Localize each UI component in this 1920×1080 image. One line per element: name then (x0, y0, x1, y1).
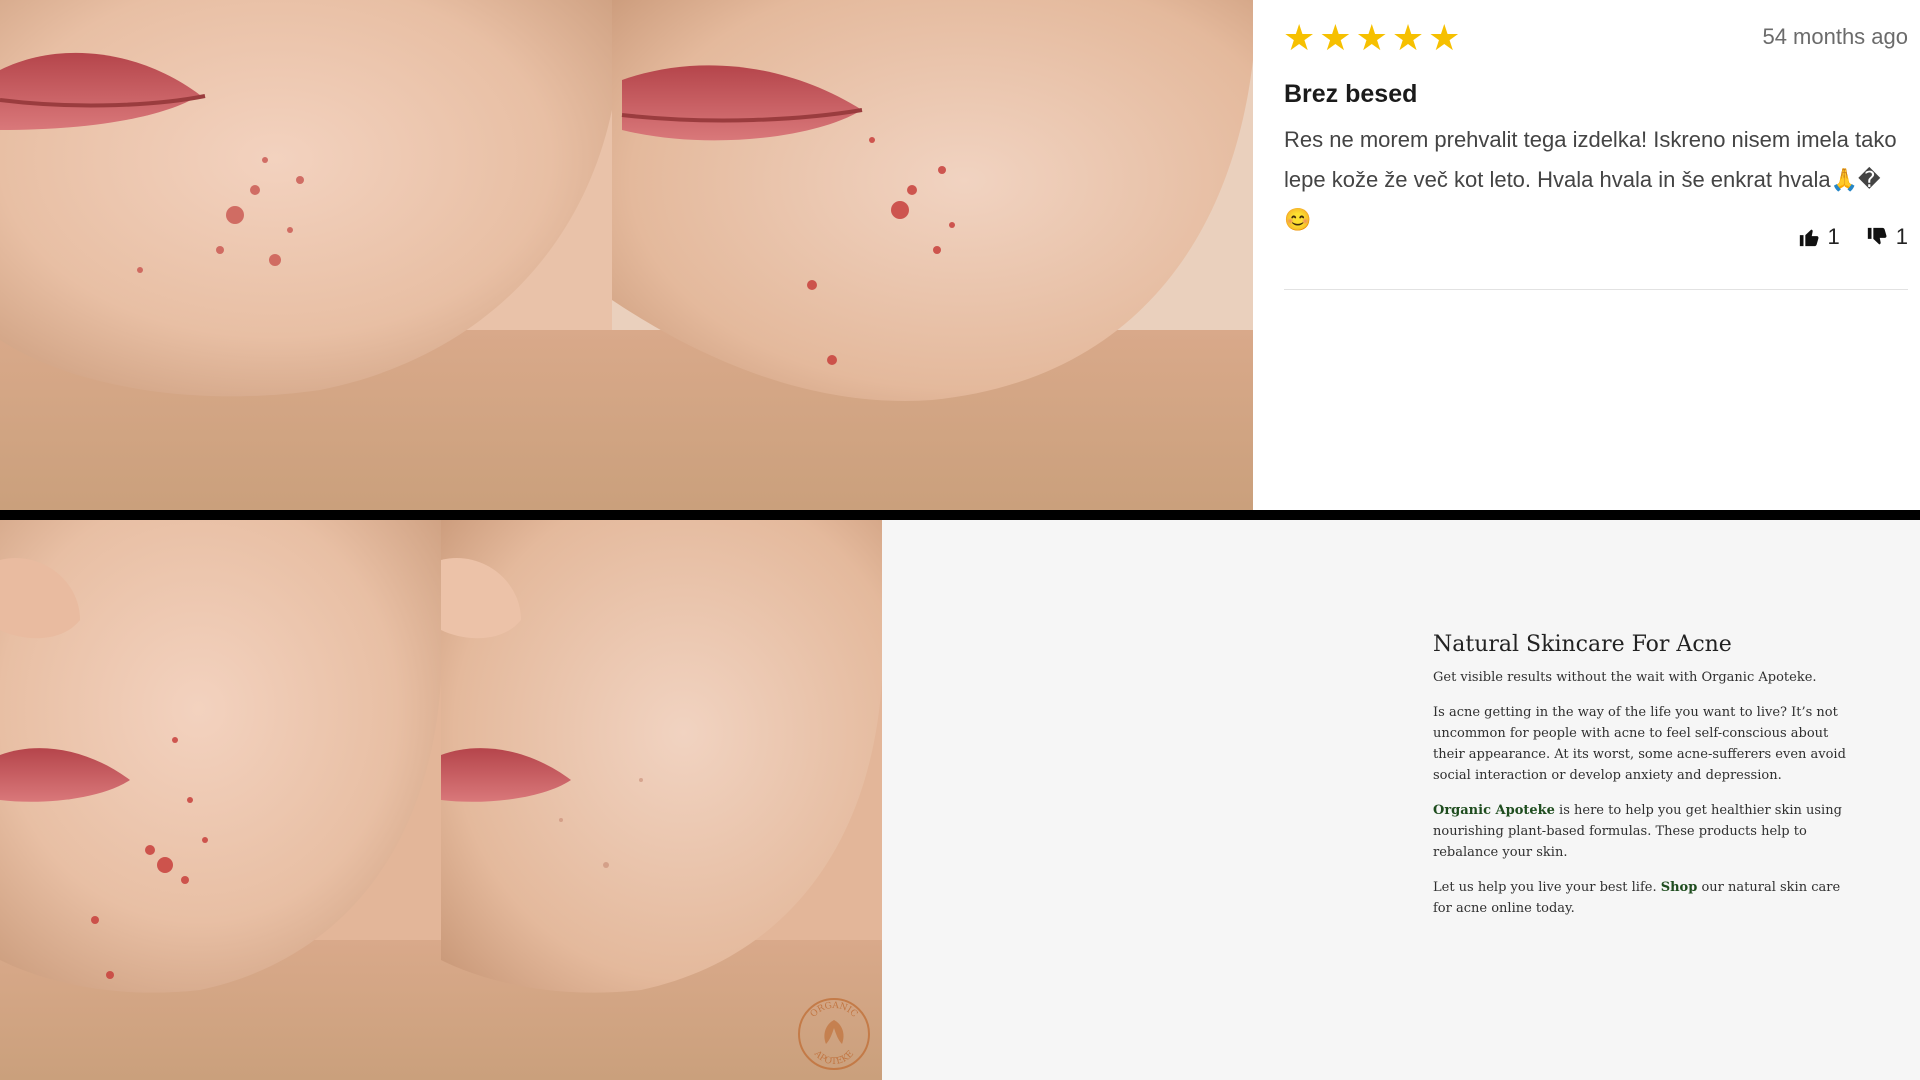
review-votes: 1 1 (1798, 224, 1908, 250)
thumbs-up-icon (1799, 229, 1818, 247)
article-paragraph: Organic Apoteke is here to help you get … (1433, 800, 1863, 863)
thumbs-down-icon (1867, 227, 1887, 245)
separator-band (0, 510, 1920, 520)
article-content: Natural Skincare For Acne Get visible re… (1433, 632, 1863, 933)
shop-link[interactable]: Shop (1661, 880, 1698, 895)
divider (1284, 289, 1908, 290)
paragraph-text: Let us help you live your best life. (1433, 880, 1661, 895)
brand-link[interactable]: Organic Apoteke (1433, 803, 1555, 818)
upvote-button[interactable]: 1 (1798, 224, 1840, 250)
review-card: ★ ★ ★ ★ ★ 54 months ago Brez besed Res n… (1253, 0, 1920, 510)
article-intro: Get visible results without the wait wit… (1433, 670, 1817, 685)
downvote-button[interactable]: 1 (1866, 224, 1908, 250)
downvote-count: 1 (1895, 224, 1908, 249)
star-icon: ★ (1428, 17, 1461, 58)
after-photo-top (612, 0, 1253, 510)
star-icon: ★ (1283, 17, 1316, 58)
after-photo-bottom: ORGANIC APOTEKE (441, 520, 882, 1080)
star-icon: ★ (1319, 17, 1352, 58)
before-photo-bottom (0, 520, 441, 1080)
star-icon: ★ (1391, 17, 1425, 58)
article-paragraph: Is acne getting in the way of the life y… (1433, 705, 1846, 783)
article-paragraph: Let us help you live your best life. Sho… (1433, 877, 1863, 919)
brand-watermark-logo: ORGANIC APOTEKE (796, 996, 872, 1072)
review-title: Brez besed (1284, 80, 1418, 108)
article-title: Natural Skincare For Acne (1433, 632, 1732, 657)
review-body: Res ne morem prehvalit tega izdelka! Isk… (1284, 127, 1897, 232)
upvote-count: 1 (1827, 224, 1840, 249)
star-rating: ★ ★ ★ ★ ★ (1283, 20, 1460, 56)
star-icon: ★ (1355, 17, 1388, 58)
review-date: 54 months ago (1762, 24, 1908, 49)
before-photo-top (0, 0, 612, 510)
article-panel: Natural Skincare For Acne Get visible re… (882, 520, 1920, 1080)
